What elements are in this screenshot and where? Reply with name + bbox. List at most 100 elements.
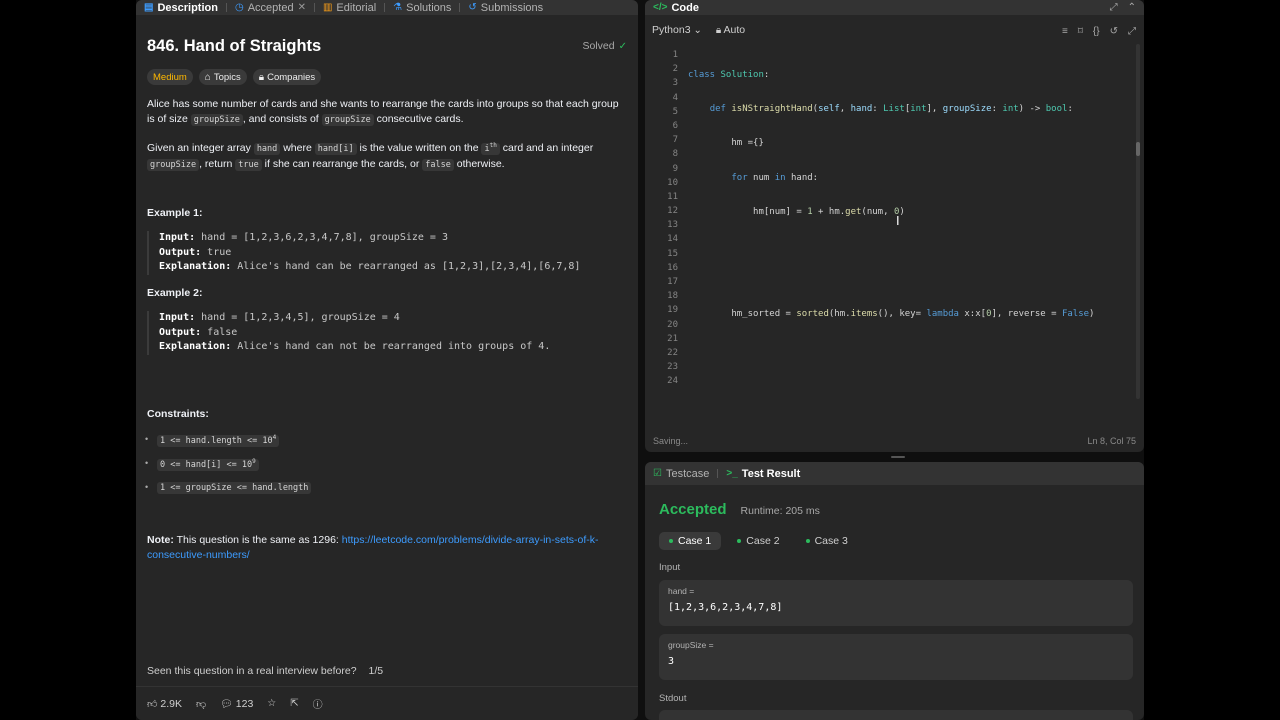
- panel-controls: ⤢ ⌃: [1110, 2, 1136, 13]
- stdout-label: Stdout: [659, 693, 687, 704]
- tab-solutions[interactable]: ⚗ Solutions: [385, 2, 459, 14]
- line-number: 4: [672, 92, 678, 103]
- code-line: for num in hand:: [731, 172, 819, 183]
- braces-icon[interactable]: {}: [1093, 26, 1100, 37]
- code-panel: </> Code ⤢ ⌃ Python3 ⌄ 🔒︎ Auto ≡ ⌑ {} ↺ …: [645, 0, 1144, 452]
- companies-button[interactable]: 🔒︎ Companies: [252, 69, 322, 85]
- tab-testcase[interactable]: ☑ Testcase: [645, 468, 717, 480]
- line-number: 23: [667, 362, 678, 373]
- line-number: 8: [672, 149, 678, 160]
- thumbs-up-icon: 👍︎: [147, 698, 158, 710]
- inline-code: true: [235, 158, 262, 171]
- example-1-heading: Example 1:: [147, 207, 203, 219]
- tab-accepted[interactable]: ◷ Accepted ✕: [227, 2, 314, 14]
- case-tab-3[interactable]: Case 3: [796, 532, 858, 550]
- chevron-up-icon[interactable]: ⌃: [1128, 2, 1136, 13]
- code-line: def isNStraightHand(self, hand: List[int…: [709, 104, 1073, 115]
- inline-code: false: [422, 158, 454, 171]
- note-paragraph: Note: This question is the same as 1296:…: [147, 534, 599, 561]
- difficulty-badge: Medium: [147, 69, 193, 85]
- maximize-icon[interactable]: ⤢: [1110, 2, 1118, 13]
- example-1-block: Input: hand = [1,2,3,6,2,3,4,7,8], group…: [147, 231, 617, 275]
- comments-button[interactable]: 💬︎ 123: [220, 698, 253, 710]
- tab-code[interactable]: </> Code: [645, 2, 707, 14]
- lock-icon: 🔒︎: [715, 25, 722, 36]
- language-select[interactable]: Python3 ⌄: [652, 24, 702, 36]
- problem-title: 846. Hand of Straights: [147, 37, 322, 55]
- description-paragraph-1: Alice has some number of cards and she w…: [147, 98, 619, 126]
- tag-icon: ⌂: [204, 71, 211, 83]
- tab-description[interactable]: ▤ Description: [136, 2, 226, 14]
- line-number: 7: [672, 135, 678, 146]
- case-tabs: Case 1 Case 2 Case 3: [659, 532, 858, 550]
- line-number: 11: [667, 191, 678, 202]
- result-tabbar: ☑ Testcase >_ Test Result: [645, 462, 1144, 485]
- star-icon[interactable]: ☆: [267, 698, 276, 709]
- text-cursor-icon: I: [896, 213, 900, 228]
- problem-chips: Medium ⌂ Topics 🔒︎ Companies: [147, 69, 322, 85]
- pass-dot: [669, 539, 673, 543]
- case-tab-2[interactable]: Case 2: [727, 532, 789, 550]
- check-circle-icon: ✓: [618, 40, 627, 52]
- terminal-icon: >_: [726, 468, 738, 479]
- tab-submissions[interactable]: ↺ Submissions: [460, 2, 551, 14]
- book-icon: ▥: [322, 2, 333, 13]
- line-number: 6: [672, 120, 678, 131]
- pass-dot: [805, 539, 810, 543]
- line-numbers: 1 2 3 4 5 6 7 8 9 10 11 12 13 14 15 16 17 18 19 20 21 22 23 24: [645, 48, 678, 389]
- checkbox-icon: ☑: [653, 468, 662, 479]
- topics-button[interactable]: ⌂ Topics: [198, 69, 247, 85]
- inline-code: groupSize: [147, 158, 200, 171]
- reset-icon[interactable]: ↺: [1110, 26, 1118, 37]
- constraints-heading: Constraints:: [147, 408, 209, 420]
- line-number: 24: [667, 376, 678, 387]
- groupsize-input-box: groupSize = 3: [659, 634, 1133, 680]
- code-line: class Solution:: [688, 70, 770, 80]
- code-icon: </>: [653, 2, 668, 13]
- like-button[interactable]: 👍︎ 2.9K: [147, 698, 182, 710]
- inline-code: hand: [253, 142, 281, 155]
- code-lines[interactable]: class Solution: def isNStraightHand(self…: [688, 48, 1094, 342]
- line-number: 16: [667, 262, 678, 273]
- expand-icon[interactable]: ⤢: [1128, 26, 1136, 37]
- line-number: 2: [672, 64, 678, 75]
- description-icon: ▤: [144, 2, 154, 13]
- format-icon[interactable]: ≡: [1062, 26, 1068, 37]
- editor-scrollbar[interactable]: [1136, 44, 1140, 399]
- list-item: 1 <= groupSize <= hand.length: [145, 482, 312, 494]
- panel-resize-handle[interactable]: [891, 456, 905, 458]
- list-item: 1 <= hand.length <= 104: [145, 434, 280, 447]
- tab-editorial[interactable]: ▥ Editorial: [315, 2, 384, 14]
- solved-status: Solved ✓: [582, 40, 628, 52]
- line-number: 3: [672, 78, 678, 89]
- stdout-box: [659, 710, 1133, 720]
- result-panel: ☑ Testcase >_ Test Result Accepted Runti…: [645, 462, 1144, 720]
- thumbs-down-icon[interactable]: 👎︎: [196, 698, 206, 710]
- editor-toolbar: ≡ ⌑ {} ↺ ⤢: [1062, 26, 1136, 37]
- lock-icon: 🔒︎: [258, 71, 265, 83]
- comment-icon: 💬︎: [220, 698, 233, 710]
- code-line: hm_sorted = sorted(hm.items(), key= lamb…: [688, 309, 1095, 320]
- line-number: 10: [667, 177, 678, 188]
- example-2-block: Input: hand = [1,2,3,4,5], groupSize = 4…: [147, 311, 617, 355]
- code-editor[interactable]: 1 2 3 4 5 6 7 8 9 10 11 12 13 14 15 16 17 18 19 20 21 22 23 24 …: [645, 47, 1140, 403]
- case-tab-1[interactable]: Case 1: [659, 532, 722, 550]
- flask-icon: ⚗: [393, 2, 403, 13]
- line-number: 13: [667, 220, 678, 231]
- close-icon[interactable]: ✕: [298, 2, 306, 13]
- clock-icon: ◷: [234, 2, 244, 13]
- scroll-thumb[interactable]: [1136, 142, 1140, 156]
- help-icon[interactable]: ⓘ: [313, 696, 323, 711]
- bookmark-icon[interactable]: ⌑: [1078, 26, 1083, 37]
- share-icon[interactable]: ⇱: [290, 698, 298, 709]
- code-line: hm[num] = 1 + hm.get(num, 0): [688, 206, 905, 217]
- line-number: 9: [672, 163, 678, 174]
- mode-toggle[interactable]: 🔒︎ Auto: [716, 24, 745, 36]
- line-number: 18: [667, 291, 678, 302]
- line-number: 21: [667, 333, 678, 344]
- interview-prompt: Seen this question in a real interview b…: [147, 665, 384, 677]
- description-panel: ▤ Description ◷ Accepted ✕ ▥ Editorial ⚗…: [136, 0, 638, 720]
- tab-test-result[interactable]: >_ Test Result: [718, 468, 808, 480]
- line-number: 15: [667, 248, 678, 259]
